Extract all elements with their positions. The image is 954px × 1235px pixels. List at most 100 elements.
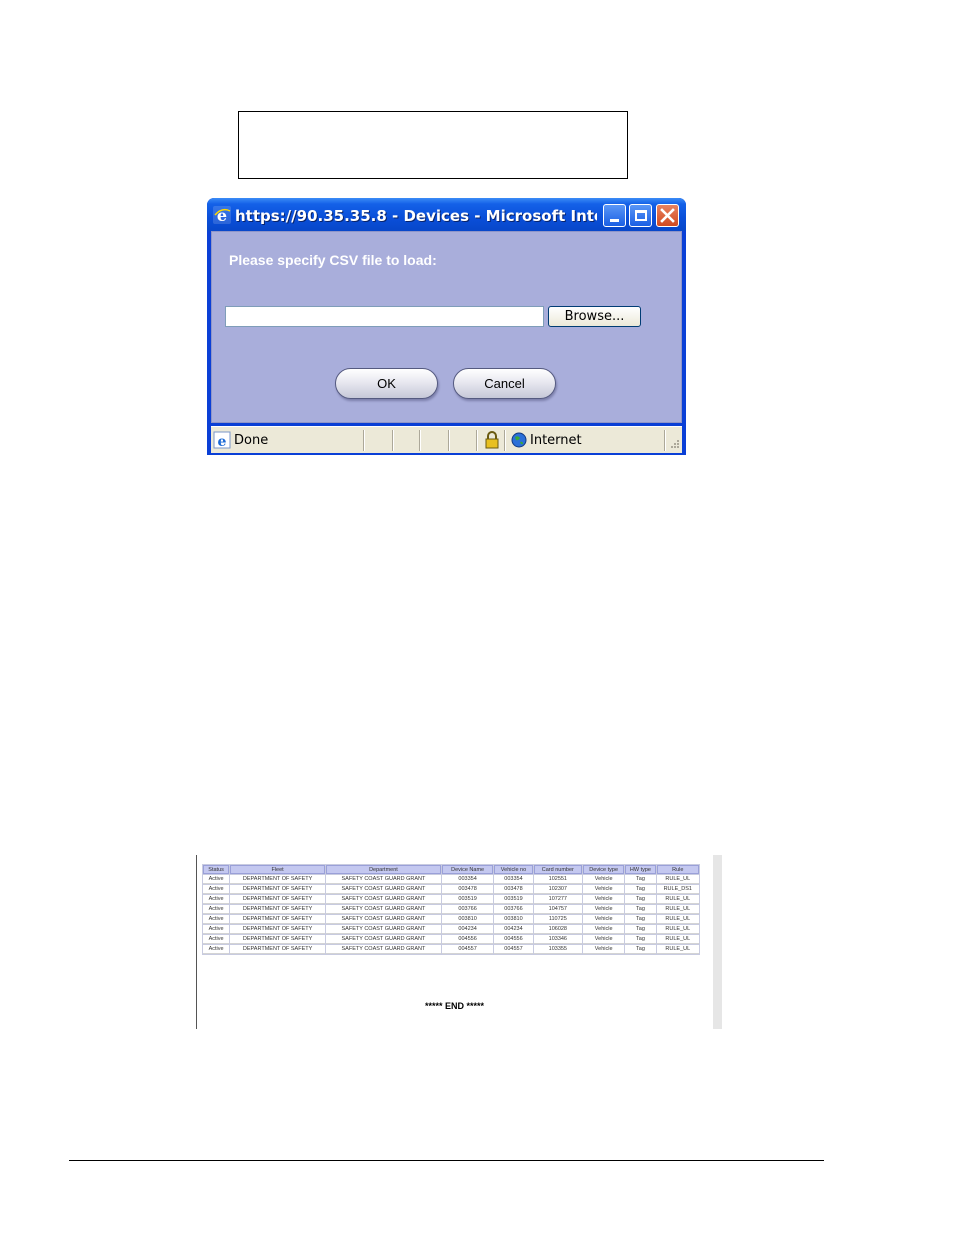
- table-cell: Active: [203, 935, 230, 944]
- cancel-button[interactable]: Cancel: [453, 368, 556, 399]
- browse-button[interactable]: Browse...: [548, 306, 641, 327]
- status-bar: e Done Internet: [211, 426, 682, 453]
- table-cell: Tag: [625, 945, 656, 954]
- minimize-icon: [610, 219, 619, 222]
- end-marker: ***** END *****: [424, 1001, 485, 1011]
- internet-globe-icon: [511, 432, 527, 448]
- svg-text:e: e: [217, 206, 227, 224]
- table-cell: 003766: [494, 905, 533, 914]
- status-separator: [419, 430, 421, 451]
- table-cell: RULE_UL: [656, 915, 699, 924]
- resize-grip-icon[interactable]: [668, 439, 680, 451]
- column-header[interactable]: Rule: [656, 865, 699, 874]
- devices-table: Status Fleet Department Device Name Vehi…: [202, 864, 700, 955]
- table-cell: SAFETY COAST GUARD GRANT: [325, 875, 441, 884]
- column-header[interactable]: Department: [325, 865, 441, 874]
- ie-page-icon: e: [213, 431, 231, 449]
- table-cell: Active: [203, 945, 230, 954]
- status-separator: [363, 430, 365, 451]
- table-cell: Vehicle: [583, 935, 625, 944]
- table-cell: SAFETY COAST GUARD GRANT: [325, 915, 441, 924]
- table-cell: Vehicle: [583, 915, 625, 924]
- table-cell: 102551: [533, 875, 583, 884]
- minimize-button[interactable]: [603, 204, 626, 227]
- table-cell: 003478: [494, 885, 533, 894]
- table-cell: DEPARTMENT OF SAFETY: [230, 875, 325, 884]
- dialog-title: https://90.35.35.8 - Devices - Microsoft…: [235, 207, 597, 225]
- column-header[interactable]: Device Name: [441, 865, 494, 874]
- table-cell: Active: [203, 895, 230, 904]
- table-cell: RULE_UL: [656, 875, 699, 884]
- devices-table-screenshot: Status Fleet Department Device Name Vehi…: [196, 855, 726, 1029]
- table-cell: 004557: [494, 945, 533, 954]
- table-cell: 003519: [494, 895, 533, 904]
- table-row[interactable]: Active DEPARTMENT OF SAFETY SAFETY COAST G…: [203, 925, 699, 934]
- table-cell: DEPARTMENT OF SAFETY: [230, 895, 325, 904]
- table-cell: Active: [203, 905, 230, 914]
- table-cell: 103346: [533, 935, 583, 944]
- table-cell: RULE_DS1: [656, 885, 699, 894]
- close-icon: [660, 208, 675, 223]
- column-header[interactable]: Status: [203, 865, 230, 874]
- table-row[interactable]: Active DEPARTMENT OF SAFETY SAFETY COAST G…: [203, 875, 699, 884]
- dialog-titlebar[interactable]: e https://90.35.35.8 - Devices - Microso…: [207, 198, 686, 231]
- table-cell: 102307: [533, 885, 583, 894]
- table-cell: DEPARTMENT OF SAFETY: [230, 945, 325, 954]
- status-separator: [448, 430, 450, 451]
- table-cell: Vehicle: [583, 875, 625, 884]
- column-header[interactable]: Fleet: [230, 865, 325, 874]
- security-zone-text: Internet: [530, 433, 582, 448]
- ie-logo-icon: e: [213, 206, 231, 224]
- table-cell: RULE_UL: [656, 895, 699, 904]
- column-header[interactable]: Vehicle no: [494, 865, 533, 874]
- table-cell: Vehicle: [583, 885, 625, 894]
- column-header[interactable]: Device type: [583, 865, 625, 874]
- table-cell: 003519: [441, 895, 494, 904]
- table-cell: 110725: [533, 915, 583, 924]
- table-cell: 004234: [494, 925, 533, 934]
- table-cell: 003766: [441, 905, 494, 914]
- table-cell: 104757: [533, 905, 583, 914]
- vertical-scrollbar[interactable]: [713, 855, 722, 1029]
- maximize-button[interactable]: [629, 204, 652, 227]
- table-cell: 106028: [533, 925, 583, 934]
- table-cell: Tag: [625, 885, 656, 894]
- ok-button[interactable]: OK: [335, 368, 438, 399]
- table-cell: DEPARTMENT OF SAFETY: [230, 915, 325, 924]
- table-row[interactable]: Active DEPARTMENT OF SAFETY SAFETY COAST G…: [203, 915, 699, 924]
- table-cell: SAFETY COAST GUARD GRANT: [325, 885, 441, 894]
- close-button[interactable]: [656, 204, 679, 227]
- status-separator: [504, 430, 506, 451]
- table-row[interactable]: Active DEPARTMENT OF SAFETY SAFETY COAST G…: [203, 945, 699, 954]
- table-row[interactable]: Active DEPARTMENT OF SAFETY SAFETY COAST G…: [203, 935, 699, 944]
- table-cell: Tag: [625, 915, 656, 924]
- status-separator: [392, 430, 394, 451]
- table-row[interactable]: Active DEPARTMENT OF SAFETY SAFETY COAST G…: [203, 905, 699, 914]
- lock-icon: [485, 431, 499, 449]
- table-cell: Active: [203, 925, 230, 934]
- table-cell: 004556: [494, 935, 533, 944]
- table-cell: SAFETY COAST GUARD GRANT: [325, 945, 441, 954]
- table-cell: Tag: [625, 905, 656, 914]
- table-cell: RULE_UL: [656, 935, 699, 944]
- table-cell: SAFETY COAST GUARD GRANT: [325, 935, 441, 944]
- table-cell: Tag: [625, 935, 656, 944]
- table-cell: DEPARTMENT OF SAFETY: [230, 905, 325, 914]
- table-cell: Tag: [625, 875, 656, 884]
- table-cell: Vehicle: [583, 925, 625, 934]
- table-cell: RULE_UL: [656, 905, 699, 914]
- column-header[interactable]: HW type: [625, 865, 656, 874]
- table-row[interactable]: Active DEPARTMENT OF SAFETY SAFETY COAST G…: [203, 885, 699, 894]
- table-cell: Active: [203, 915, 230, 924]
- table-row[interactable]: Active DEPARTMENT OF SAFETY SAFETY COAST G…: [203, 895, 699, 904]
- table-cell: SAFETY COAST GUARD GRANT: [325, 905, 441, 914]
- footer-divider: [69, 1160, 824, 1161]
- table-cell: 004556: [441, 935, 494, 944]
- svg-text:e: e: [218, 434, 227, 449]
- table-cell: 103355: [533, 945, 583, 954]
- table-cell: Vehicle: [583, 895, 625, 904]
- column-header[interactable]: Card number: [533, 865, 583, 874]
- table-cell: RULE_UL: [656, 945, 699, 954]
- table-cell: Tag: [625, 895, 656, 904]
- csv-file-input[interactable]: [225, 306, 544, 327]
